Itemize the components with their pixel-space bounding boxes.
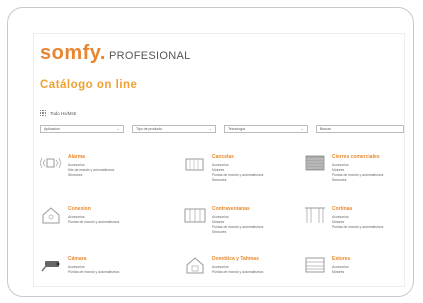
subcategory-link[interactable]: Sensores <box>68 173 82 177</box>
subcategory-link[interactable]: Sensores <box>212 178 226 182</box>
catalog-screenshot: somfy. PROFESIONAL Catálogo on line Todo… <box>34 34 404 286</box>
subcategory-link[interactable]: Motores <box>332 168 344 172</box>
subcategory-link[interactable]: Sensores <box>212 230 226 234</box>
category-name: Domótica y Tahmas <box>212 256 259 262</box>
blinds-icon <box>305 257 325 273</box>
filter-bar: Aplicación ⌄ Tipo de producto ⌄ Tecnolog… <box>40 125 404 133</box>
filter-technology[interactable]: Tecnología ⌄ <box>224 125 308 133</box>
subcategory-link[interactable]: Motores <box>332 220 344 224</box>
category-name: Alarma <box>68 154 85 160</box>
filter-label: Aplicación <box>44 127 60 131</box>
subcategory-link[interactable]: Puntas de mando y automatismos <box>68 220 119 224</box>
subcategory-link[interactable]: Accesorios <box>212 215 229 219</box>
subcategory-link[interactable]: Accesorios <box>68 163 85 167</box>
grid-icon <box>40 110 46 116</box>
filter-label: Tipo de producto <box>136 127 163 131</box>
filter-label: Tecnología <box>228 127 245 131</box>
category-name: Cierres comerciales <box>332 154 380 160</box>
filter-application[interactable]: Aplicación ⌄ <box>40 125 124 133</box>
category-name: Contraventanas <box>212 206 250 212</box>
filter-product-type[interactable]: Tipo de producto ⌄ <box>132 125 216 133</box>
subcategory-link[interactable]: Puntas de mando y automatismos <box>212 270 263 274</box>
category-name: Conexion <box>68 206 91 212</box>
subcategory-link[interactable]: Puntas de mando y automatismos <box>332 173 383 177</box>
chevron-down-icon: ⌄ <box>116 126 120 131</box>
subcategory-link[interactable]: Puntas de mando y automatismos <box>212 225 263 229</box>
subcategory-link[interactable]: Accesorios <box>68 215 85 219</box>
subcategory-link[interactable]: Accesorios <box>332 163 349 167</box>
shutters-icon <box>184 208 206 223</box>
gate-icon <box>185 158 204 171</box>
subcategory-link[interactable]: Sensores <box>332 178 346 182</box>
camera-icon <box>41 261 60 272</box>
subcategory-link[interactable]: Accesorios <box>332 215 349 219</box>
shop-shutter-icon <box>305 155 325 171</box>
filter-search[interactable]: Buscar <box>316 125 404 133</box>
curtain-icon <box>305 207 325 223</box>
subcategory-link[interactable]: Accesorios <box>212 163 229 167</box>
category-name: Cámara <box>68 256 87 262</box>
view-all-toggle[interactable]: Todo Hs/Mstr <box>40 110 77 116</box>
category-name: Estores <box>332 256 351 262</box>
house-connect-icon <box>42 207 60 224</box>
subcategory-link[interactable]: Accesorios <box>68 265 85 269</box>
subcategory-link[interactable]: Motores <box>212 168 224 172</box>
category-name: Cancelas <box>212 154 234 160</box>
filter-label: Buscar <box>320 127 331 131</box>
chevron-down-icon: ⌄ <box>208 126 212 131</box>
subcategory-link[interactable]: Puntas de mando y automatismos <box>68 270 119 274</box>
brand-name: somfy. <box>40 42 106 64</box>
chevron-down-icon: ⌄ <box>300 126 304 131</box>
subcategory-link[interactable]: Kits de mando y automatismos <box>68 168 114 172</box>
home-automation-icon <box>186 257 204 274</box>
subcategory-link[interactable]: Motores <box>332 270 344 274</box>
subcategory-link[interactable]: Accesorios <box>332 265 349 269</box>
subcategory-link[interactable]: Accesorios <box>212 265 229 269</box>
page-title: Catálogo on line <box>40 79 138 91</box>
view-all-label: Todo Hs/Mstr <box>50 110 77 116</box>
brand-subtitle: PROFESIONAL <box>108 50 191 62</box>
brand-logo[interactable]: somfy. PROFESIONAL <box>40 42 191 65</box>
category-name: Cortinas <box>332 206 353 212</box>
subcategory-link[interactable]: Motores <box>212 220 224 224</box>
alarm-siren-icon <box>40 157 62 169</box>
subcategory-link[interactable]: Puntas de mando y automatismos <box>332 225 383 229</box>
subcategory-link[interactable]: Puntas de mando y automatismos <box>212 173 263 177</box>
